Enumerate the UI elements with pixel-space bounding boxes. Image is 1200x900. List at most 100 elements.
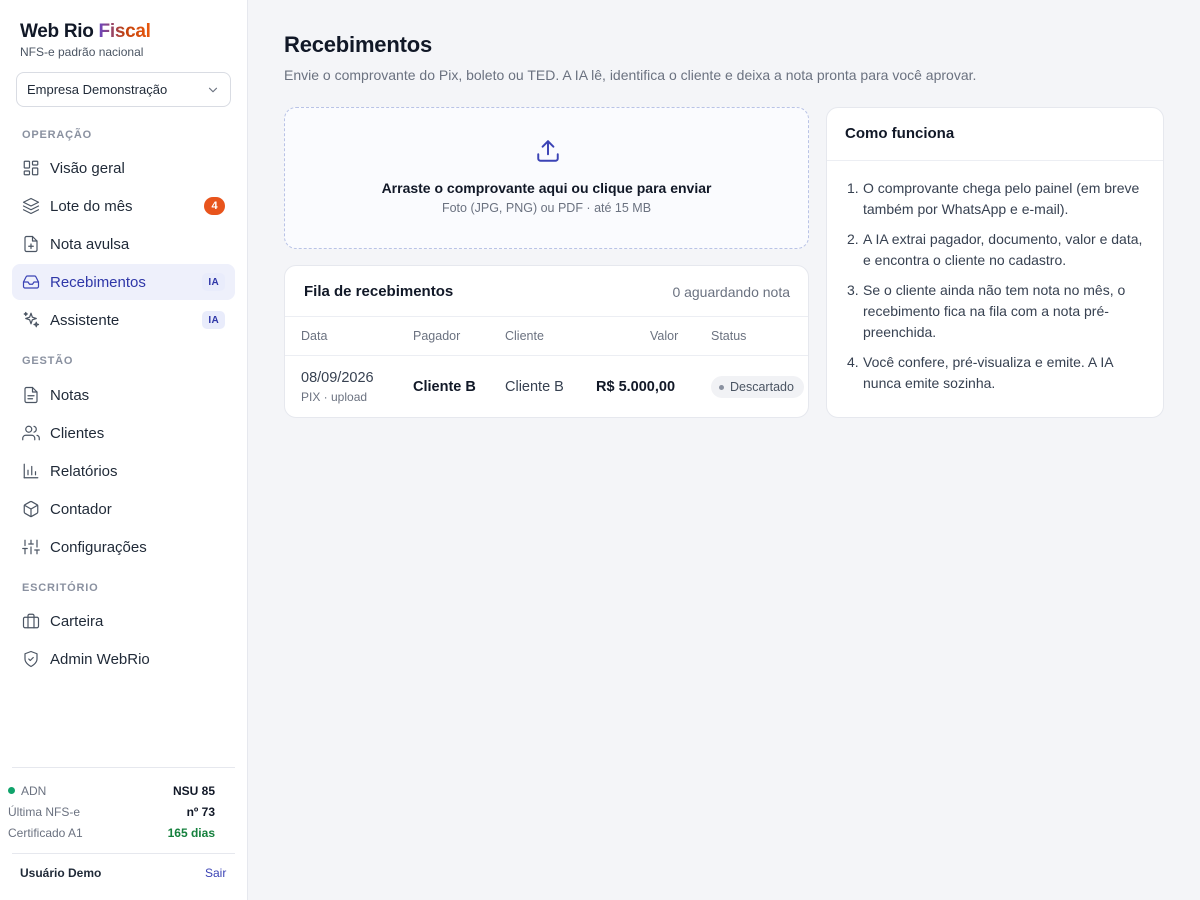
certificate-value: 165 dias: [167, 826, 215, 840]
sidebar-item-admin-webrio[interactable]: Admin WebRio: [12, 641, 235, 677]
step-number: 4.: [847, 354, 859, 370]
row-date: 08/09/2026: [301, 370, 374, 386]
table-header-divider: [285, 355, 808, 356]
sidebar-item-label: Assistente: [50, 311, 120, 329]
sidebar-footer-divider: [12, 767, 235, 768]
shield-icon: [22, 650, 40, 668]
sidebar: Web Rio Fiscal NFS-e padrão nacional Emp…: [0, 0, 248, 900]
adn-value: NSU 85: [172, 784, 215, 798]
sidebar-item-recebimentos[interactable]: Recebimentos IA: [12, 264, 235, 300]
section-label-operacao: OPERAÇÃO: [22, 129, 92, 141]
sidebar-item-relatorios[interactable]: Relatórios: [12, 453, 235, 489]
column-header-valor: Valor: [650, 329, 679, 343]
logout-link[interactable]: Sair: [205, 866, 226, 880]
grid-icon: [22, 159, 40, 177]
column-header-data: Data: [301, 329, 328, 343]
column-header-cliente: Cliente: [505, 329, 544, 343]
page-title: Recebimentos: [284, 32, 432, 57]
how-title: Como funciona: [845, 125, 955, 142]
company-selector-value: Empresa Demonstração: [27, 82, 168, 97]
last-nfse-label: Última NFS-e: [8, 805, 81, 819]
row-method: PIX · upload: [301, 390, 368, 404]
certificate-label: Certificado A1: [8, 826, 83, 840]
sidebar-item-label: Clientes: [50, 424, 105, 442]
sidebar-item-clientes[interactable]: Clientes: [12, 415, 235, 451]
certificate-status: Certificado A1 165 dias: [8, 826, 215, 840]
step-text: Se o cliente ainda não tem nota no mês, …: [863, 282, 1126, 340]
last-nfse-status: Última NFS-e nº 73: [8, 805, 215, 819]
adn-status: ADN NSU 85: [8, 784, 215, 798]
row-client: Cliente B: [505, 379, 564, 395]
bar-chart-icon: [22, 462, 40, 480]
brand-logo: Web Rio Fiscal: [20, 21, 151, 42]
queue-count: 0 aguardando nota: [672, 284, 790, 300]
inbox-icon: [22, 273, 40, 291]
sidebar-item-carteira[interactable]: Carteira: [12, 603, 235, 639]
sidebar-item-assistente[interactable]: Assistente IA: [12, 302, 235, 338]
upload-icon: [535, 138, 561, 164]
step-number: 1.: [847, 180, 859, 196]
company-selector[interactable]: Empresa Demonstração: [16, 72, 231, 107]
status-label: Descartado: [730, 380, 794, 394]
row-payer: Cliente B: [413, 379, 476, 395]
sidebar-item-label: Relatórios: [50, 462, 118, 480]
sliders-icon: [22, 538, 40, 556]
chevron-down-icon: [208, 87, 218, 92]
sidebar-item-label: Visão geral: [50, 159, 125, 177]
layers-icon: [22, 197, 40, 215]
brand-subtitle: NFS-e padrão nacional: [20, 45, 144, 59]
upload-hint: Foto (JPG, PNG) ou PDF · até 15 MB: [441, 201, 652, 215]
adn-label: ADN: [21, 784, 47, 798]
queue-header: Fila de recebimentos 0 aguardando nota: [285, 266, 808, 317]
page-subtitle: Envie o comprovante do Pix, boleto ou TE…: [284, 67, 977, 83]
section-label-gestao: GESTÃO: [22, 355, 74, 367]
sidebar-item-configuracoes[interactable]: Configurações: [12, 529, 235, 565]
how-step: 3. Se o cliente ainda não tem nota no mês…: [847, 280, 1147, 343]
how-it-works-card: Como funciona 1. O comprovante chega pelo…: [826, 107, 1164, 418]
ia-badge: IA: [202, 273, 225, 291]
how-step: 1. O comprovante chega pelo painel (em br…: [847, 178, 1147, 220]
sidebar-item-visao-geral[interactable]: Visão geral: [12, 150, 235, 186]
column-header-status: Status: [711, 329, 747, 343]
ia-badge: IA: [202, 311, 225, 329]
queue-title: Fila de recebimentos: [304, 283, 454, 300]
how-steps: 1. O comprovante chega pelo painel (em br…: [847, 178, 1147, 403]
sidebar-item-contador[interactable]: Contador: [12, 491, 235, 527]
upload-title: Arraste o comprovante aqui ou clique par…: [381, 180, 712, 196]
briefcase-icon: [22, 612, 40, 630]
file-text-icon: [22, 386, 40, 404]
box-icon: [22, 500, 40, 518]
users-icon: [22, 424, 40, 442]
sidebar-item-notas[interactable]: Notas: [12, 377, 235, 413]
last-nfse-value: nº 73: [186, 805, 215, 819]
step-number: 2.: [847, 231, 859, 247]
sidebar-item-label: Configurações: [50, 538, 147, 556]
sidebar-item-label: Carteira: [50, 612, 104, 630]
sidebar-item-label: Recebimentos: [50, 273, 146, 291]
step-text: Você confere, pré-visualiza e emite. A I…: [863, 354, 1113, 391]
how-header: Como funciona: [827, 108, 1163, 161]
status-dot: [719, 384, 724, 390]
status-dot: [8, 787, 15, 794]
column-header-pagador: Pagador: [413, 329, 461, 343]
sidebar-item-label: Admin WebRio: [50, 650, 150, 668]
step-text: A IA extrai pagador, documento, valor e …: [863, 231, 1143, 268]
row-value: R$ 5.000,00: [596, 379, 676, 395]
sidebar-item-label: Lote do mês: [50, 197, 133, 215]
count-badge: 4: [204, 197, 225, 215]
sidebar-item-nota-avulsa[interactable]: Nota avulsa: [12, 226, 235, 262]
how-step: 2. A IA extrai pagador, documento, valor …: [847, 229, 1147, 271]
brand[interactable]: Web Rio Fiscal NFS-e padrão nacional: [20, 21, 151, 60]
receipts-queue: Fila de recebimentos 0 aguardando nota D…: [284, 265, 809, 418]
step-number: 3.: [847, 282, 859, 298]
sidebar-item-label: Nota avulsa: [50, 235, 130, 253]
file-plus-icon: [22, 235, 40, 253]
sparkles-icon: [22, 311, 40, 329]
upload-dropzone[interactable]: Arraste o comprovante aqui ou clique par…: [284, 107, 809, 249]
user-name: Usuário Demo: [20, 866, 102, 880]
sidebar-item-label: Notas: [50, 386, 90, 404]
how-step: 4. Você confere, pré-visualiza e emite. A…: [847, 352, 1147, 394]
section-label-escritorio: ESCRITÓRIO: [22, 582, 99, 594]
sidebar-item-lote-do-mes[interactable]: Lote do mês 4: [12, 188, 235, 224]
step-text: O comprovante chega pelo painel (em brev…: [863, 180, 1140, 217]
